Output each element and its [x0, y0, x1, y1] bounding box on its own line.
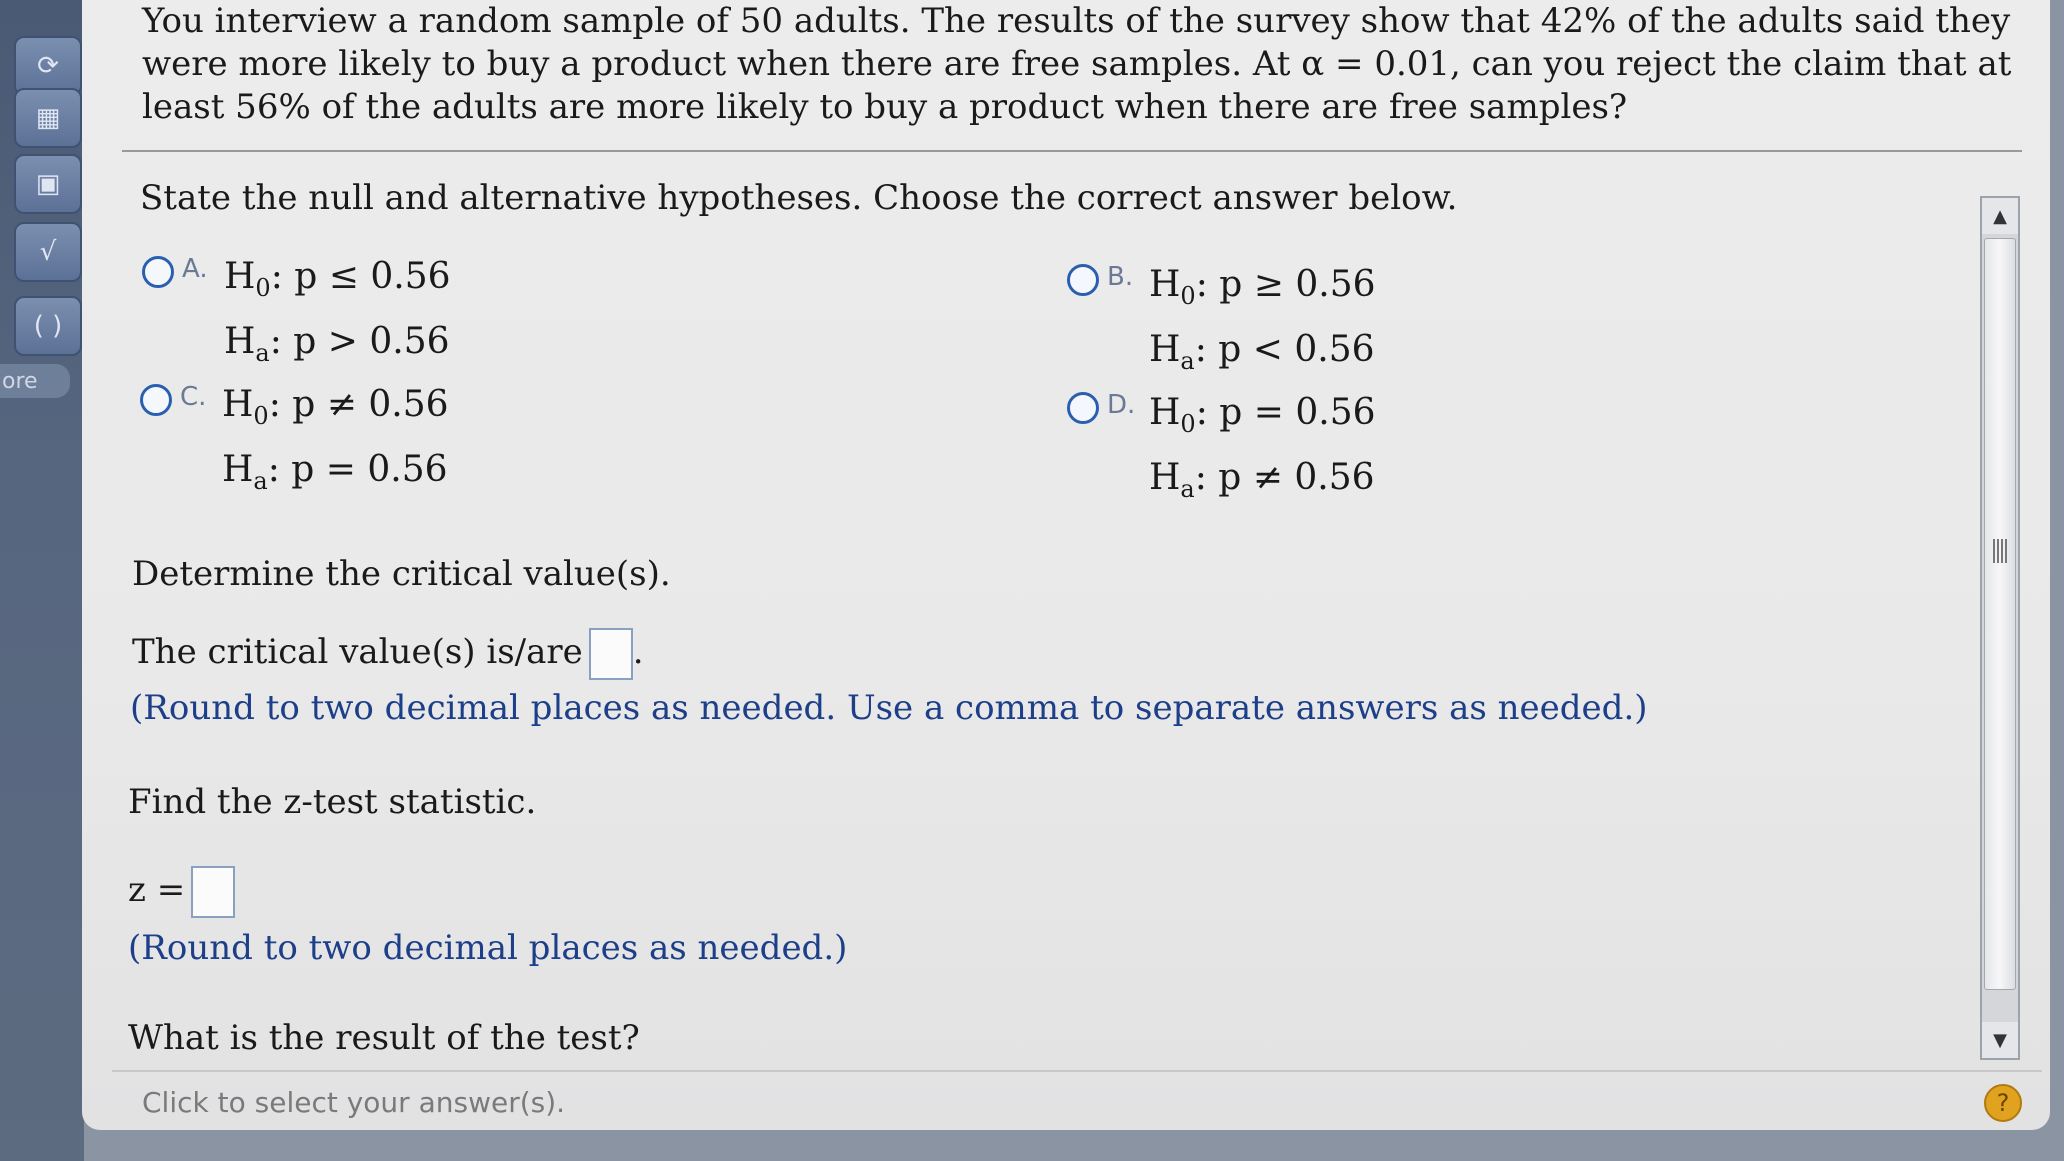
- sqrt-tool-icon[interactable]: √: [14, 222, 82, 282]
- null-hypothesis: p ≤ 0.56: [294, 256, 451, 297]
- templates-tool-icon[interactable]: ▦: [14, 88, 82, 148]
- z-test-prompt: Find the z-test statistic.: [128, 782, 537, 822]
- matrix-tool-icon[interactable]: ▣: [14, 154, 82, 214]
- radio-button[interactable]: [140, 384, 172, 416]
- hypothesis-pair: H0: p ≥ 0.56 Ha: p < 0.56: [1149, 264, 1376, 376]
- question-divider: [122, 150, 2022, 152]
- more-tools-tab[interactable]: ore: [0, 364, 70, 398]
- hypotheses-prompt: State the null and alternative hypothese…: [140, 178, 1458, 218]
- vertical-scrollbar[interactable]: ▲ ▼: [1980, 196, 2020, 1060]
- test-result-prompt: What is the result of the test?: [128, 1018, 640, 1058]
- scroll-down-icon[interactable]: ▼: [1982, 1022, 2018, 1058]
- alt-hypothesis: p < 0.56: [1218, 329, 1375, 371]
- interval-tool-icon[interactable]: ( ): [14, 296, 82, 356]
- hypothesis-pair: H0: p ≠ 0.56 Ha: p = 0.56: [222, 384, 449, 496]
- choice-a[interactable]: A. H0: p ≤ 0.56 Ha: p > 0.56: [142, 250, 451, 380]
- alt-hypothesis: p > 0.56: [293, 321, 450, 363]
- alt-hypothesis: p ≠ 0.56: [1218, 457, 1375, 499]
- hypothesis-pair: H0: p ≤ 0.56 Ha: p > 0.56: [224, 256, 451, 368]
- question-panel: You interview a random sample of 50 adul…: [82, 0, 2050, 1130]
- tool-sidebar: ⟳ ▦ ▣ √ ( ) ore: [0, 0, 84, 1161]
- choice-letter: D.: [1107, 390, 1136, 420]
- null-hypothesis: p ≥ 0.56: [1219, 264, 1376, 305]
- choice-letter: A.: [182, 254, 208, 284]
- hypothesis-pair: H0: p = 0.56 Ha: p ≠ 0.56: [1149, 392, 1376, 504]
- critical-value-prompt: Determine the critical value(s).: [132, 554, 671, 594]
- radio-button[interactable]: [1067, 264, 1099, 296]
- refresh-tool-icon[interactable]: ⟳: [14, 36, 82, 96]
- null-hypothesis: p ≠ 0.56: [292, 384, 449, 425]
- radio-button[interactable]: [142, 256, 174, 288]
- z-statistic-line: z =: [128, 866, 236, 918]
- choice-letter: B.: [1107, 262, 1134, 292]
- critical-value-note: (Round to two decimal places as needed. …: [130, 688, 1648, 728]
- choice-letter: C.: [180, 382, 207, 412]
- answer-area: State the null and alternative hypothese…: [82, 160, 1962, 1060]
- radio-button[interactable]: [1067, 392, 1099, 424]
- help-icon[interactable]: ?: [1984, 1084, 2022, 1122]
- critical-value-input[interactable]: [588, 628, 633, 680]
- alt-hypothesis: p = 0.56: [291, 449, 448, 491]
- z-statistic-note: (Round to two decimal places as needed.): [128, 928, 848, 968]
- scroll-up-icon[interactable]: ▲: [1982, 198, 2018, 234]
- null-hypothesis: p = 0.56: [1219, 392, 1376, 433]
- critical-value-line: The critical value(s) is/are.: [132, 628, 644, 680]
- choice-b[interactable]: B. H0: p ≥ 0.56 Ha: p < 0.56: [1067, 258, 1376, 388]
- footer-bar: Click to select your answer(s). ?: [112, 1070, 2042, 1130]
- scrollbar-thumb[interactable]: [1984, 238, 2016, 990]
- z-statistic-input[interactable]: [191, 866, 236, 918]
- question-text: You interview a random sample of 50 adul…: [142, 1, 2012, 127]
- choice-c[interactable]: C. H0: p ≠ 0.56 Ha: p = 0.56: [140, 378, 449, 508]
- footer-hint: Click to select your answer(s).: [142, 1086, 566, 1119]
- grip-icon: [1993, 539, 2007, 563]
- choice-d[interactable]: D. H0: p = 0.56 Ha: p ≠ 0.56: [1067, 386, 1376, 516]
